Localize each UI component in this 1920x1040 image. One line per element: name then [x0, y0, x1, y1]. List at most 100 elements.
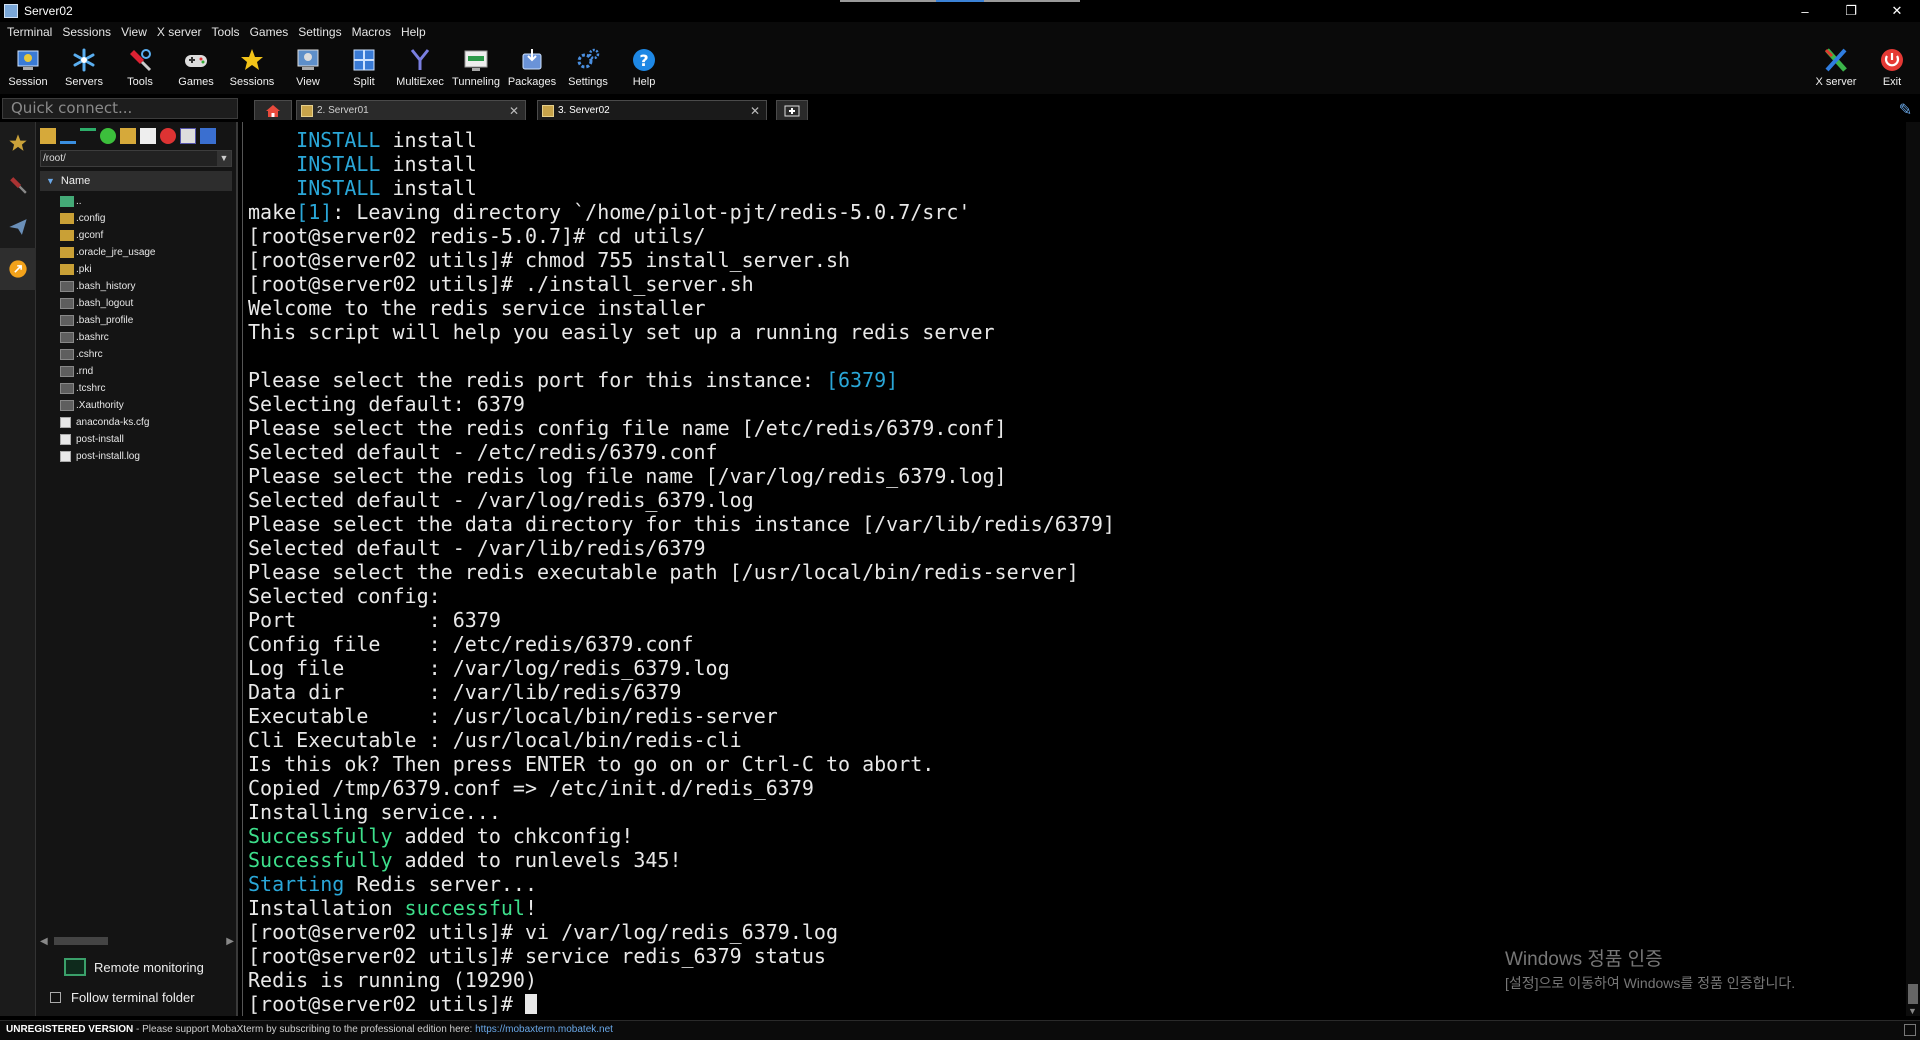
menu-tools[interactable]: Tools: [209, 25, 247, 39]
menu-view[interactable]: View: [118, 25, 154, 39]
checkbox[interactable]: [50, 992, 61, 1003]
name-column-header[interactable]: ▼ Name: [40, 171, 232, 191]
list-item[interactable]: post-install.log: [60, 448, 236, 465]
new-folder-icon[interactable]: [120, 128, 136, 144]
maximize-button[interactable]: ❐: [1828, 0, 1874, 22]
tab-close-button[interactable]: ✕: [750, 104, 760, 118]
terminal-line: Config file : /etc/redis/6379.conf: [248, 632, 1115, 656]
sidebar-tab-macros[interactable]: [0, 206, 36, 248]
help-button[interactable]: ? Help: [616, 42, 672, 94]
packages-icon: [522, 49, 542, 70]
rename-icon[interactable]: [180, 128, 196, 144]
tunneling-button[interactable]: Tunneling: [448, 42, 504, 94]
new-file-icon[interactable]: [140, 128, 156, 144]
document-icon: [60, 417, 71, 428]
list-item[interactable]: .tcshrc: [60, 380, 236, 397]
menu-help[interactable]: Help: [398, 25, 433, 39]
terminal-text: Selecting default: 6379: [248, 392, 525, 416]
quick-connect-input[interactable]: Quick connect...: [2, 98, 238, 119]
x-server-icon: [1824, 48, 1847, 72]
terminal-line: INSTALL install: [248, 176, 1115, 200]
chevron-down-icon[interactable]: ▼: [217, 151, 231, 166]
paperclip-icon[interactable]: ✎: [1899, 100, 1912, 120]
list-item[interactable]: .cshrc: [60, 346, 236, 363]
list-item[interactable]: .bashrc: [60, 329, 236, 346]
follow-terminal-folder-checkbox[interactable]: Follow terminal folder: [50, 990, 195, 1005]
menu-terminal[interactable]: Terminal: [4, 25, 59, 39]
terminal-text: Please select the redis port for this in…: [248, 368, 826, 392]
svg-text:?: ?: [639, 51, 648, 70]
remote-monitoring-button[interactable]: Remote monitoring: [64, 958, 204, 976]
x-server-button[interactable]: X server: [1808, 42, 1864, 94]
session-button[interactable]: Session: [0, 42, 56, 94]
terminal-text: Selected config:: [248, 584, 441, 608]
sidebar-tab-sftp[interactable]: [0, 248, 36, 290]
terminal-text: : Leaving directory `/home/pilot-pjt/red…: [332, 200, 971, 224]
tab-home[interactable]: [254, 100, 292, 120]
terminal-vertical-scrollbar[interactable]: ▼: [1906, 122, 1920, 1016]
tab-server02[interactable]: 3. Server02 ✕: [537, 100, 767, 120]
settings-button[interactable]: Settings: [560, 42, 616, 94]
upload-icon[interactable]: [80, 128, 96, 144]
exit-button[interactable]: Exit: [1864, 42, 1920, 94]
scroll-down-icon[interactable]: ▼: [1908, 1006, 1917, 1016]
tools-button[interactable]: Tools: [112, 42, 168, 94]
terminal-text: Welcome to the redis service installer: [248, 296, 706, 320]
file-icon: [60, 332, 74, 343]
tab-close-button[interactable]: ✕: [509, 104, 519, 118]
list-item[interactable]: .gconf: [60, 227, 236, 244]
terminal-text: Please select the redis log file name [/…: [248, 464, 1007, 488]
split-button[interactable]: Split: [336, 42, 392, 94]
list-item[interactable]: .bash_history: [60, 278, 236, 295]
terminal-text: [root@server02 utils]# ./install_server.…: [248, 272, 754, 296]
horizontal-scrollbar[interactable]: ◀ ▶: [40, 934, 234, 948]
terminal-text: Installation: [248, 896, 405, 920]
menu-macros[interactable]: Macros: [349, 25, 398, 39]
list-item[interactable]: .oracle_jre_usage: [60, 244, 236, 261]
path-selector[interactable]: /root/ ▼: [40, 150, 232, 167]
refresh-icon[interactable]: [100, 128, 116, 144]
file-icon: [60, 281, 74, 292]
new-tab-button[interactable]: [776, 100, 808, 120]
scroll-right-icon[interactable]: ▶: [226, 936, 234, 947]
scroll-left-icon[interactable]: ◀: [40, 936, 48, 947]
scrollbar-thumb[interactable]: [1908, 984, 1918, 1004]
menu-settings[interactable]: Settings: [295, 25, 348, 39]
download-icon[interactable]: [60, 128, 76, 144]
scrollbar-thumb[interactable]: [54, 937, 108, 945]
terminal-line: [root@server02 utils]# ./install_server.…: [248, 272, 1115, 296]
menu-games[interactable]: Games: [247, 25, 296, 39]
list-item[interactable]: .bash_logout: [60, 295, 236, 312]
packages-button[interactable]: Packages: [504, 42, 560, 94]
status-bar: UNREGISTERED VERSION - Please support Mo…: [0, 1020, 1920, 1040]
terminal-line: Executable : /usr/local/bin/redis-server: [248, 704, 1115, 728]
list-item[interactable]: .Xauthority: [60, 397, 236, 414]
view-button[interactable]: View: [280, 42, 336, 94]
delete-icon[interactable]: [160, 128, 176, 144]
list-item[interactable]: ..: [60, 193, 236, 210]
menu-sessions[interactable]: Sessions: [59, 25, 118, 39]
tab-server01[interactable]: 2. Server01 ✕: [296, 100, 526, 120]
mobaxterm-link[interactable]: https://mobaxterm.mobatek.net: [475, 1024, 613, 1035]
list-item[interactable]: .rnd: [60, 363, 236, 380]
terminal-sync-icon[interactable]: [200, 128, 216, 144]
file-icon: [60, 400, 74, 411]
terminal-line: This script will help you easily set up …: [248, 320, 1115, 344]
sessions-button[interactable]: Sessions: [224, 42, 280, 94]
games-button[interactable]: Games: [168, 42, 224, 94]
close-window-button[interactable]: ✕: [1874, 0, 1920, 22]
list-item[interactable]: .bash_profile: [60, 312, 236, 329]
sidebar-tab-tools[interactable]: [0, 164, 36, 206]
list-item[interactable]: .pki: [60, 261, 236, 278]
tools-icon: [10, 177, 27, 194]
multiexec-button[interactable]: MultiExec: [392, 42, 448, 94]
minimize-button[interactable]: –: [1782, 0, 1828, 22]
list-item[interactable]: .config: [60, 210, 236, 227]
sidebar-tab-sessions[interactable]: [0, 122, 36, 164]
list-item[interactable]: post-install: [60, 431, 236, 448]
menu-x-server[interactable]: X server: [154, 25, 209, 39]
servers-button[interactable]: Servers: [56, 42, 112, 94]
list-item[interactable]: anaconda-ks.cfg: [60, 414, 236, 431]
folder-up-icon[interactable]: [40, 128, 56, 144]
terminal-output[interactable]: INSTALL install INSTALL install INSTALL …: [242, 122, 1906, 1016]
